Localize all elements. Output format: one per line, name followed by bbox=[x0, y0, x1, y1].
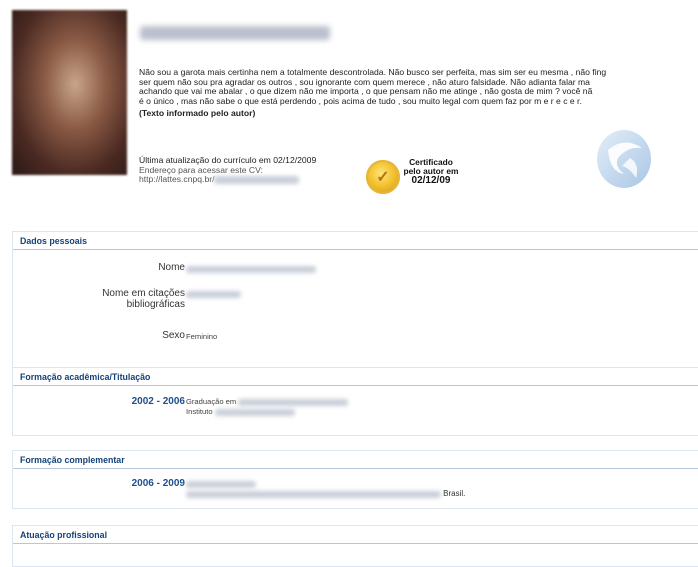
profile-photo bbox=[12, 10, 127, 175]
address-url[interactable]: http://lattes.cnpq.br/ bbox=[139, 174, 316, 185]
cnpq-logo-icon bbox=[597, 130, 651, 188]
field-value-redacted bbox=[186, 264, 316, 273]
section-title: Formação acadêmica/Titulação bbox=[13, 368, 698, 386]
field-label: Nome em citações bibliográficas bbox=[102, 288, 185, 310]
address-url-text[interactable]: http://lattes.cnpq.br/ bbox=[139, 174, 214, 184]
certified-badge: Certificado pelo autor em 02/12/09 bbox=[396, 158, 466, 186]
field-value: Feminino bbox=[186, 332, 218, 341]
section-title: Atuação profissional bbox=[13, 526, 698, 544]
bio-line: é o único , mas não sabe o que está perd… bbox=[139, 96, 582, 106]
update-info: Última atualização do currículo em 02/12… bbox=[139, 155, 316, 185]
certified-date: 02/12/09 bbox=[411, 175, 451, 186]
section-formacao-academica: Formação acadêmica/Titulação 2002 - 2006… bbox=[12, 367, 698, 436]
check-icon: ✓ bbox=[376, 169, 390, 186]
author-note: (Texto informado pelo autor) bbox=[139, 108, 256, 119]
seal-icon: ✓ bbox=[366, 160, 400, 194]
redacted-id bbox=[214, 175, 300, 184]
field-label: Sexo bbox=[162, 330, 185, 341]
formacao-detail: Graduação em Instituto bbox=[186, 397, 349, 417]
field-value-redacted bbox=[186, 289, 241, 298]
section-title: Formação complementar bbox=[13, 451, 698, 469]
section-title: Dados pessoais bbox=[13, 232, 698, 250]
complementar-detail: Brasil. bbox=[186, 479, 465, 499]
section-dados-pessoais: Dados pessoais Nome Nome em citações bib… bbox=[12, 231, 698, 371]
period: 2006 - 2009 bbox=[131, 478, 185, 489]
period: 2002 - 2006 bbox=[131, 396, 185, 407]
bio-text: Não sou a garota mais certinha nem a tot… bbox=[139, 68, 698, 119]
field-label: Nome bbox=[158, 262, 185, 273]
bio-line: achando que vai me abalar , o que dizem … bbox=[139, 87, 593, 97]
section-formacao-complementar: Formação complementar 2006 - 2009 Brasil… bbox=[12, 450, 698, 509]
researcher-name-redacted bbox=[140, 26, 330, 40]
bio-line: Não sou a garota mais certinha nem a tot… bbox=[139, 68, 607, 77]
bio-line: ser quem não sou pra agradar os outros ,… bbox=[139, 77, 590, 87]
section-atuacao-profissional: Atuação profissional bbox=[12, 525, 698, 567]
